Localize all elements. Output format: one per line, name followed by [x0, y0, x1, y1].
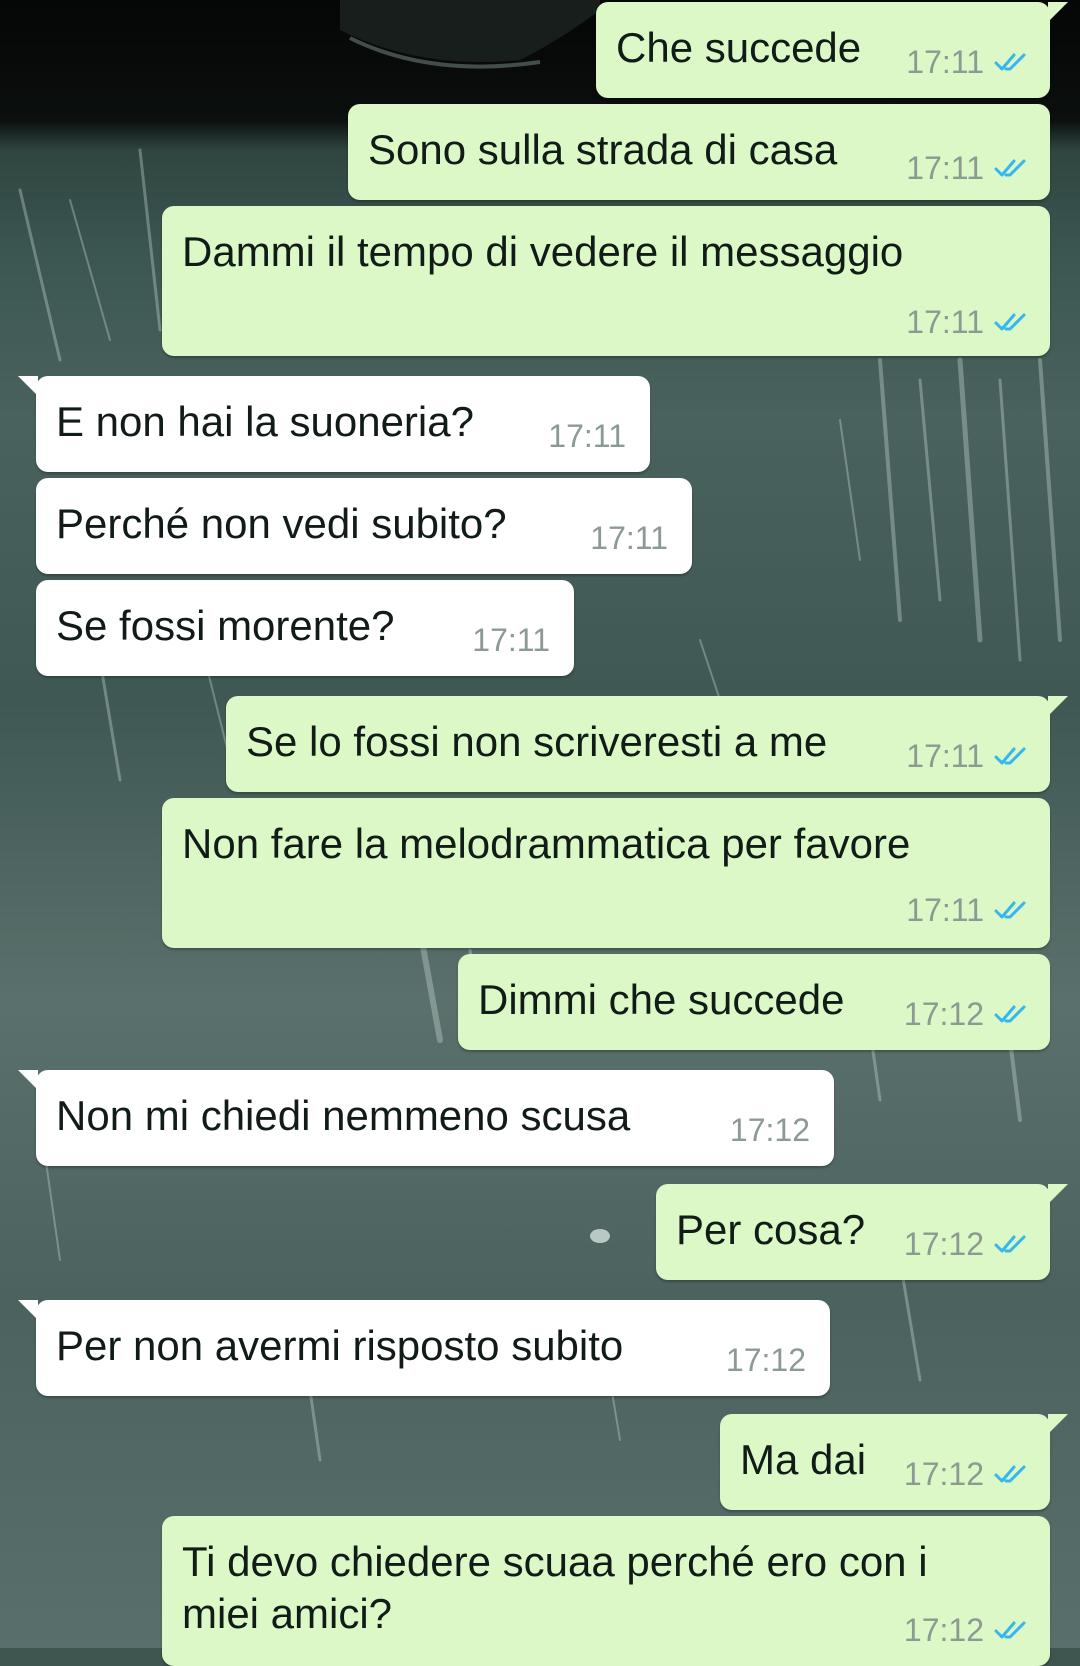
message-time: 17:11 — [548, 418, 626, 454]
message-meta: 17:11 — [906, 46, 1030, 78]
message-time: 17:12 — [903, 1226, 984, 1262]
message-bubble-incoming[interactable]: Non mi chiedi nemmeno scusa 17:12 — [18, 1070, 834, 1166]
message-bubble-outgoing[interactable]: Non fare la melodrammatica per favore 17… — [162, 798, 1050, 948]
message-text: Ma dai — [740, 1436, 867, 1483]
message-text: Per cosa? — [676, 1206, 866, 1253]
message-bubble-outgoing[interactable]: Che succede 17:11 — [596, 2, 1068, 98]
message-bubble-outgoing[interactable]: Dimmi che succede 17:12 — [458, 954, 1050, 1050]
message-time: 17:12 — [725, 1342, 806, 1378]
bubble-tail — [18, 1070, 38, 1090]
message-meta: 17:11 — [906, 152, 1030, 184]
message-time: 17:12 — [903, 1612, 984, 1648]
message-time: 17:12 — [729, 1112, 810, 1148]
message-bubble-outgoing[interactable]: Se lo fossi non scriveresti a me 17:11 — [226, 696, 1068, 792]
message-text-line-1: Ti devo chiedere scuaa perché ero con i — [182, 1538, 928, 1585]
message-time: 17:11 — [906, 44, 984, 80]
message-meta: 17:12 — [904, 1458, 1030, 1490]
message-text: Se lo fossi non scriveresti a me — [246, 718, 828, 765]
message-meta: 17:11 — [548, 420, 626, 452]
double-check-icon — [994, 1465, 1026, 1483]
bubble-tail — [1048, 1414, 1068, 1434]
message-time: 17:11 — [906, 892, 984, 928]
double-check-icon — [994, 1621, 1026, 1639]
message-time: 17:11 — [906, 738, 984, 774]
message-meta: 17:11 — [906, 306, 1030, 338]
message-bubble-incoming[interactable]: Se fossi morente? 17:11 — [36, 580, 574, 676]
bubble-tail — [1048, 2, 1068, 22]
message-meta: 17:11 — [906, 894, 1030, 926]
message-bubble-incoming[interactable]: Perché non vedi subito? 17:11 — [36, 478, 692, 574]
message-meta: 17:11 — [472, 624, 550, 656]
message-bubble-outgoing[interactable]: Per cosa? 17:12 — [656, 1184, 1068, 1280]
message-time: 17:11 — [906, 150, 984, 186]
message-meta: 17:12 — [904, 1614, 1030, 1646]
message-text-line-2: miei amici? — [182, 1590, 393, 1637]
message-bubble-outgoing[interactable]: Sono sulla strada di casa 17:11 — [348, 104, 1050, 200]
bubble-tail — [18, 376, 38, 396]
bubble-tail — [1048, 696, 1068, 716]
message-meta: 17:12 — [730, 1114, 810, 1146]
double-check-icon — [994, 747, 1026, 765]
message-meta: 17:12 — [904, 998, 1030, 1030]
double-check-icon — [994, 159, 1026, 177]
message-time: 17:11 — [906, 304, 984, 340]
message-text: Dammi il tempo di vedere il messaggio — [182, 228, 904, 275]
message-bubble-outgoing[interactable]: Dammi il tempo di vedere il messaggio 17… — [162, 206, 1050, 356]
message-bubble-outgoing[interactable]: Ti devo chiedere scuaa perché ero con i … — [162, 1516, 1050, 1666]
bubble-tail — [1048, 1184, 1068, 1204]
double-check-icon — [994, 53, 1026, 71]
message-text: E non hai la suoneria? — [56, 398, 474, 445]
message-text: Perché non vedi subito? — [56, 500, 507, 547]
message-text: Sono sulla strada di casa — [368, 126, 838, 173]
message-text: Se fossi morente? — [56, 602, 395, 649]
message-text: Non fare la melodrammatica per favore — [182, 820, 911, 867]
message-text: Per non avermi risposto subito — [56, 1322, 624, 1369]
message-text: Dimmi che succede — [478, 976, 845, 1023]
message-time: 17:12 — [903, 996, 984, 1032]
double-check-icon — [994, 1235, 1026, 1253]
double-check-icon — [994, 313, 1026, 331]
message-bubble-outgoing[interactable]: Ma dai 17:12 — [720, 1414, 1068, 1510]
message-time: 17:11 — [590, 520, 668, 556]
double-check-icon — [994, 901, 1026, 919]
bubble-tail — [18, 1300, 38, 1320]
conversation: Che succede 17:11 Sono sulla strada di c… — [0, 0, 1080, 1666]
message-meta: 17:12 — [904, 1228, 1030, 1260]
message-bubble-incoming[interactable]: E non hai la suoneria? 17:11 — [18, 376, 650, 472]
message-time: 17:12 — [903, 1456, 984, 1492]
message-bubble-incoming[interactable]: Per non avermi risposto subito 17:12 — [18, 1300, 830, 1396]
message-meta: 17:12 — [726, 1344, 806, 1376]
message-meta: 17:11 — [590, 522, 668, 554]
message-text: Non mi chiedi nemmeno scusa — [56, 1092, 631, 1139]
message-meta: 17:11 — [906, 740, 1030, 772]
message-time: 17:11 — [472, 622, 550, 658]
message-text: Che succede — [616, 24, 862, 71]
double-check-icon — [994, 1005, 1026, 1023]
